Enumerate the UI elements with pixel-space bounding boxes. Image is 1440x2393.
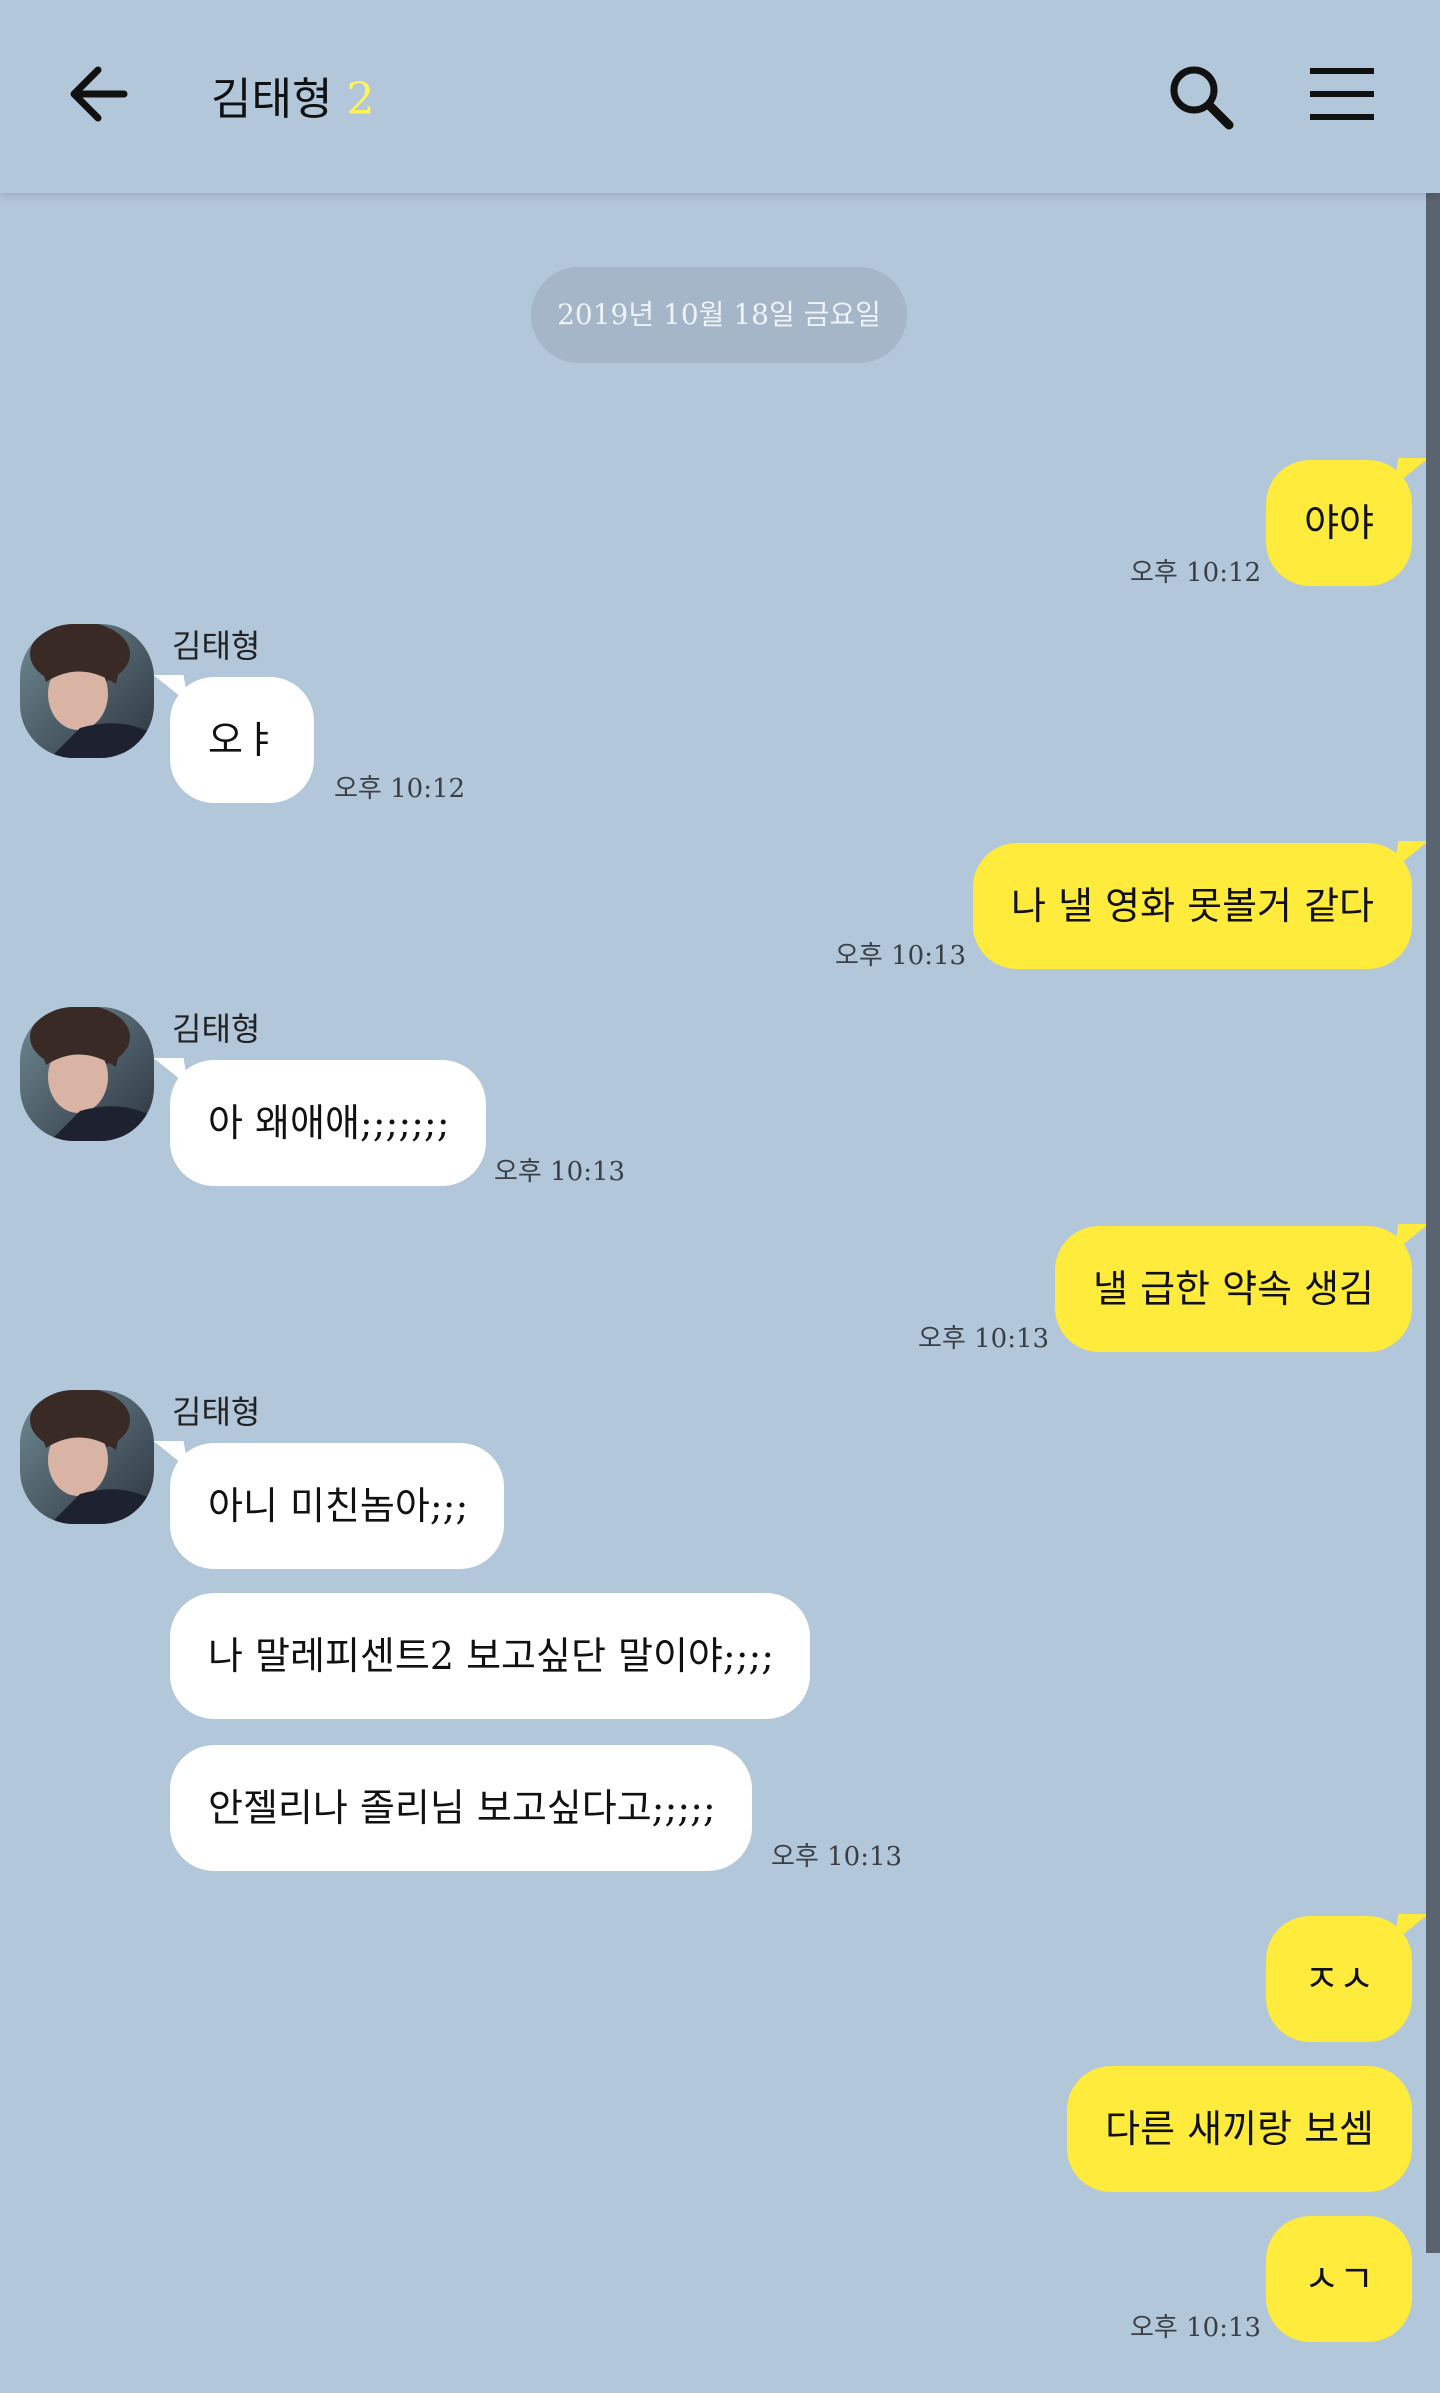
chat-header: 김태형 2	[0, 0, 1440, 193]
sender-name: 김태형	[172, 1010, 261, 1048]
message-timestamp: 오후 10:13	[494, 1157, 626, 1187]
member-count: 2	[346, 74, 375, 125]
sender-name: 김태형	[172, 1393, 261, 1431]
outgoing-message-bubble[interactable]: ㅈㅅ	[1266, 1916, 1412, 2042]
avatar[interactable]	[20, 624, 154, 758]
avatar[interactable]	[20, 1390, 154, 1524]
profile-photo	[20, 1007, 154, 1141]
outgoing-message-bubble[interactable]: 야야	[1266, 460, 1412, 586]
back-button[interactable]	[66, 62, 130, 126]
arrow-left-icon	[70, 66, 128, 122]
incoming-message-bubble[interactable]: 나 말레피센트2 보고싶단 말이야;;;;	[170, 1593, 811, 1719]
message-timestamp: 오후 10:13	[1130, 2313, 1262, 2343]
outgoing-message-bubble[interactable]: 다른 새끼랑 보셈	[1067, 2066, 1412, 2192]
incoming-message-bubble[interactable]: 안젤리나 졸리님 보고싶다고;;;;;	[170, 1745, 752, 1871]
avatar[interactable]	[20, 1007, 154, 1141]
message-timestamp: 오후 10:12	[1130, 558, 1262, 588]
message-timestamp: 오후 10:12	[334, 774, 466, 804]
message-timestamp: 오후 10:13	[771, 1842, 903, 1872]
chat-title: 김태형 2	[211, 70, 374, 130]
sender-name: 김태형	[172, 627, 261, 665]
chat-scrollbar[interactable]	[1426, 193, 1440, 2253]
search-icon	[1170, 66, 1234, 130]
incoming-message-bubble[interactable]: 아니 미친놈아;;;	[170, 1443, 505, 1569]
chat-room-name: 김태형	[211, 74, 333, 125]
profile-photo	[20, 624, 154, 758]
outgoing-message-bubble[interactable]: 낼 급한 약속 생김	[1055, 1226, 1412, 1352]
outgoing-message-bubble[interactable]: 나 낼 영화 못볼거 같다	[973, 843, 1412, 969]
hamburger-menu-icon	[1310, 68, 1374, 120]
message-timestamp: 오후 10:13	[835, 941, 967, 971]
menu-button[interactable]	[1310, 66, 1374, 122]
incoming-message-bubble[interactable]: 아 왜애애;;;;;;;	[170, 1060, 486, 1186]
incoming-message-bubble[interactable]: 오ㅑ	[170, 677, 314, 803]
date-divider: 2019년 10월 18일 금요일	[531, 267, 907, 363]
profile-photo	[20, 1390, 154, 1524]
message-timestamp: 오후 10:13	[918, 1324, 1050, 1354]
outgoing-message-bubble[interactable]: ㅅㄱ	[1266, 2216, 1412, 2342]
search-button[interactable]	[1166, 62, 1236, 132]
